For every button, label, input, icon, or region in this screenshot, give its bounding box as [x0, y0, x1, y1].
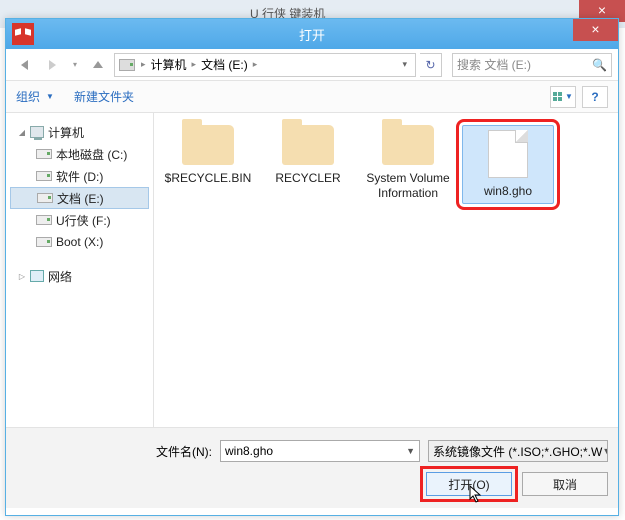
- filename-input[interactable]: win8.gho ▼: [220, 440, 420, 462]
- open-file-dialog: 打开 × ▾ ▸ 计算机 ▸ 文档 (E:) ▸ ▾ ↻ 搜索 文档 (E:) …: [5, 18, 619, 516]
- drive-icon: [36, 171, 52, 181]
- help-button[interactable]: ?: [582, 86, 608, 108]
- tree-label: 文档 (E:): [57, 190, 104, 207]
- file-name: win8.gho: [463, 184, 553, 199]
- search-icon: 🔍: [592, 58, 607, 72]
- drive-icon: [36, 149, 52, 159]
- tree-item-drive-c[interactable]: 本地磁盘 (C:): [10, 143, 149, 165]
- tree-label: Boot (X:): [56, 235, 103, 249]
- tree-label: 本地磁盘 (C:): [56, 146, 127, 163]
- tree-twisty-icon[interactable]: ▷: [18, 272, 26, 281]
- file-list[interactable]: $RECYCLE.BIN RECYCLER System Volume Info…: [154, 113, 618, 427]
- file-icon: [488, 130, 528, 178]
- filter-text: 系统镜像文件 (*.ISO;*.GHO;*.W: [433, 443, 602, 460]
- folder-icon: [382, 125, 434, 165]
- nav-forward-button: [40, 53, 64, 77]
- file-item-selected[interactable]: win8.gho: [462, 125, 554, 204]
- search-input[interactable]: 搜索 文档 (E:) 🔍: [452, 53, 612, 77]
- file-item[interactable]: System Volume Information: [362, 125, 454, 201]
- refresh-button[interactable]: ↻: [420, 53, 442, 77]
- nav-back-button[interactable]: [12, 53, 36, 77]
- chevron-down-icon[interactable]: ▼: [406, 446, 415, 456]
- arrow-up-icon: [93, 61, 103, 68]
- tree-item-drive-d[interactable]: 软件 (D:): [10, 165, 149, 187]
- chevron-down-icon: ▾: [73, 60, 77, 69]
- tree-item-computer[interactable]: ◢ 计算机: [10, 121, 149, 143]
- drive-icon: [36, 215, 52, 225]
- open-button-label: 打开(O): [448, 476, 489, 493]
- computer-icon: [30, 126, 44, 138]
- file-name: System Volume Information: [362, 171, 454, 201]
- folder-icon: [182, 125, 234, 165]
- arrow-left-icon: [21, 60, 28, 70]
- open-button[interactable]: 打开(O): [426, 472, 512, 496]
- breadcrumb[interactable]: ▸ 计算机 ▸ 文档 (E:) ▸ ▾: [114, 53, 416, 77]
- dialog-footer: 文件名(N): win8.gho ▼ 系统镜像文件 (*.ISO;*.GHO;*…: [6, 427, 618, 508]
- tree-label: U行侠 (F:): [56, 212, 111, 229]
- folder-tree: ◢ 计算机 本地磁盘 (C:) 软件 (D:) 文档 (E:) U行侠 (F:): [6, 113, 154, 427]
- drive-icon: [37, 193, 53, 203]
- tree-label: 软件 (D:): [56, 168, 103, 185]
- arrow-right-icon: [49, 60, 56, 70]
- cancel-button[interactable]: 取消: [522, 472, 608, 496]
- nav-up-button[interactable]: [86, 53, 110, 77]
- filename-label: 文件名(N):: [156, 443, 212, 460]
- tree-label: 计算机: [48, 124, 84, 141]
- drive-icon: [119, 59, 135, 71]
- tree-twisty-icon[interactable]: ◢: [18, 128, 26, 137]
- toolbar: 组织 ▼ 新建文件夹 ▼ ?: [6, 81, 618, 113]
- file-name: $RECYCLE.BIN: [162, 171, 254, 186]
- tree-label: 网络: [48, 268, 72, 285]
- tree-item-drive-f[interactable]: U行侠 (F:): [10, 209, 149, 231]
- file-item[interactable]: RECYCLER: [262, 125, 354, 186]
- tree-item-drive-x[interactable]: Boot (X:): [10, 231, 149, 253]
- chevron-down-icon: ▼: [565, 92, 573, 101]
- dialog-title: 打开: [6, 25, 618, 44]
- tree-item-drive-e[interactable]: 文档 (E:): [10, 187, 149, 209]
- close-icon[interactable]: ×: [573, 19, 618, 41]
- grid-view-icon: [553, 92, 562, 101]
- network-icon: [30, 270, 44, 282]
- tree-item-network[interactable]: ▷ 网络: [10, 265, 149, 287]
- breadcrumb-current[interactable]: 文档 (E:): [198, 56, 251, 73]
- new-folder-button[interactable]: 新建文件夹: [74, 88, 134, 105]
- search-placeholder: 搜索 文档 (E:): [457, 56, 592, 73]
- drive-icon: [36, 237, 52, 247]
- cancel-button-label: 取消: [553, 476, 577, 493]
- chevron-right-icon: ▸: [139, 59, 148, 70]
- file-type-filter[interactable]: 系统镜像文件 (*.ISO;*.GHO;*.W ▼: [428, 440, 608, 462]
- nav-bar: ▾ ▸ 计算机 ▸ 文档 (E:) ▸ ▾ ↻ 搜索 文档 (E:) 🔍: [6, 49, 618, 81]
- chevron-down-icon[interactable]: ▼: [46, 92, 54, 101]
- refresh-icon: ↻: [425, 58, 435, 72]
- file-name: RECYCLER: [262, 171, 354, 186]
- filename-value: win8.gho: [225, 444, 406, 458]
- view-mode-button[interactable]: ▼: [550, 86, 576, 108]
- organize-menu[interactable]: 组织: [16, 88, 40, 105]
- file-item[interactable]: $RECYCLE.BIN: [162, 125, 254, 186]
- chevron-right-icon: ▸: [251, 59, 260, 70]
- path-dropdown-icon[interactable]: ▾: [398, 59, 411, 70]
- help-icon: ?: [591, 90, 598, 104]
- nav-recent-button[interactable]: ▾: [68, 53, 82, 77]
- chevron-down-icon[interactable]: ▼: [602, 446, 608, 456]
- folder-icon: [282, 125, 334, 165]
- titlebar: 打开 ×: [6, 19, 618, 49]
- breadcrumb-root[interactable]: 计算机: [148, 56, 190, 73]
- chevron-right-icon: ▸: [190, 59, 199, 70]
